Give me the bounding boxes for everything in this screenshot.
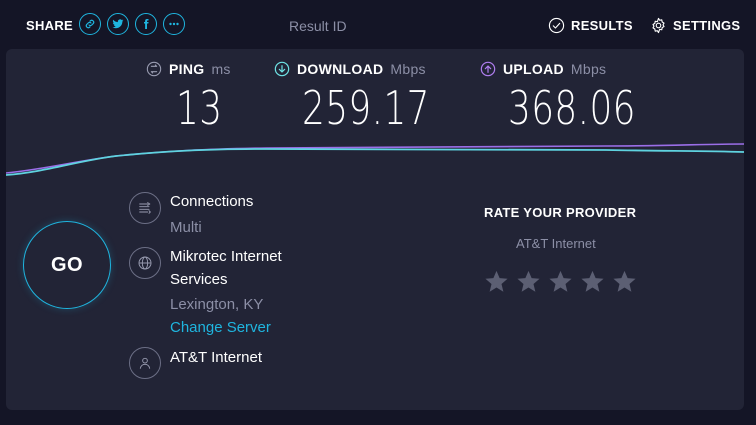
- results-button[interactable]: RESULTS: [548, 17, 633, 34]
- connections-label: Connections: [170, 193, 254, 210]
- rate-provider-title: RATE YOUR PROVIDER: [484, 205, 637, 220]
- rating-stars: [484, 269, 637, 294]
- rate-provider-isp: AT&T Internet: [516, 236, 596, 251]
- download-unit: Mbps: [390, 61, 426, 77]
- star-icon[interactable]: [484, 269, 509, 294]
- upload-value: 368.06: [508, 81, 636, 135]
- speed-graph: [6, 143, 744, 176]
- ping-label: PING: [169, 61, 205, 77]
- settings-button[interactable]: SETTINGS: [650, 17, 740, 34]
- gear-icon: [652, 17, 665, 34]
- server-name-line2: Services: [170, 271, 228, 288]
- results-label: RESULTS: [571, 18, 633, 33]
- upload-graph-line: [6, 143, 744, 174]
- star-icon[interactable]: [548, 269, 573, 294]
- link-icon[interactable]: [79, 13, 101, 35]
- settings-label: SETTINGS: [673, 18, 741, 33]
- ping-unit: ms: [211, 61, 231, 77]
- facebook-icon[interactable]: [135, 13, 157, 35]
- go-button[interactable]: GO: [23, 221, 111, 309]
- star-icon[interactable]: [612, 269, 637, 294]
- change-server-link[interactable]: Change Server: [170, 319, 271, 336]
- connections-value: Multi: [170, 219, 202, 236]
- upload-icon: [480, 61, 496, 77]
- download-graph-line: [6, 148, 744, 176]
- star-icon[interactable]: [516, 269, 541, 294]
- download-metric: DOWNLOAD Mbps 259.17: [274, 61, 466, 135]
- upload-label: UPLOAD: [503, 61, 564, 77]
- download-icon: [274, 61, 290, 77]
- result-id-label: Result ID: [289, 18, 347, 34]
- results-panel: PING ms 13 DOWNLOAD Mbps 259.17 UPLOAD M…: [6, 49, 744, 410]
- ping-icon: [146, 61, 162, 77]
- more-icon[interactable]: [163, 13, 185, 35]
- user-icon: [129, 347, 161, 379]
- check-circle-icon: [548, 17, 565, 34]
- connections-icon: [129, 192, 161, 224]
- ping-value: 13: [176, 81, 223, 135]
- share-label: SHARE: [26, 18, 74, 33]
- top-bar: SHARE Result ID RESULTS SETTINGS: [0, 0, 756, 48]
- upload-metric: UPLOAD Mbps 368.06: [480, 61, 672, 135]
- upload-unit: Mbps: [570, 61, 607, 77]
- ping-metric: PING ms 13: [146, 61, 236, 135]
- download-label: DOWNLOAD: [297, 61, 384, 77]
- server-location: Lexington, KY: [170, 296, 264, 313]
- download-value: 259.17: [302, 81, 430, 135]
- globe-icon: [129, 247, 161, 279]
- server-name-line1: Mikrotec Internet: [170, 248, 282, 265]
- star-icon[interactable]: [580, 269, 605, 294]
- isp-name: AT&T Internet: [170, 349, 262, 366]
- twitter-icon[interactable]: [107, 13, 129, 35]
